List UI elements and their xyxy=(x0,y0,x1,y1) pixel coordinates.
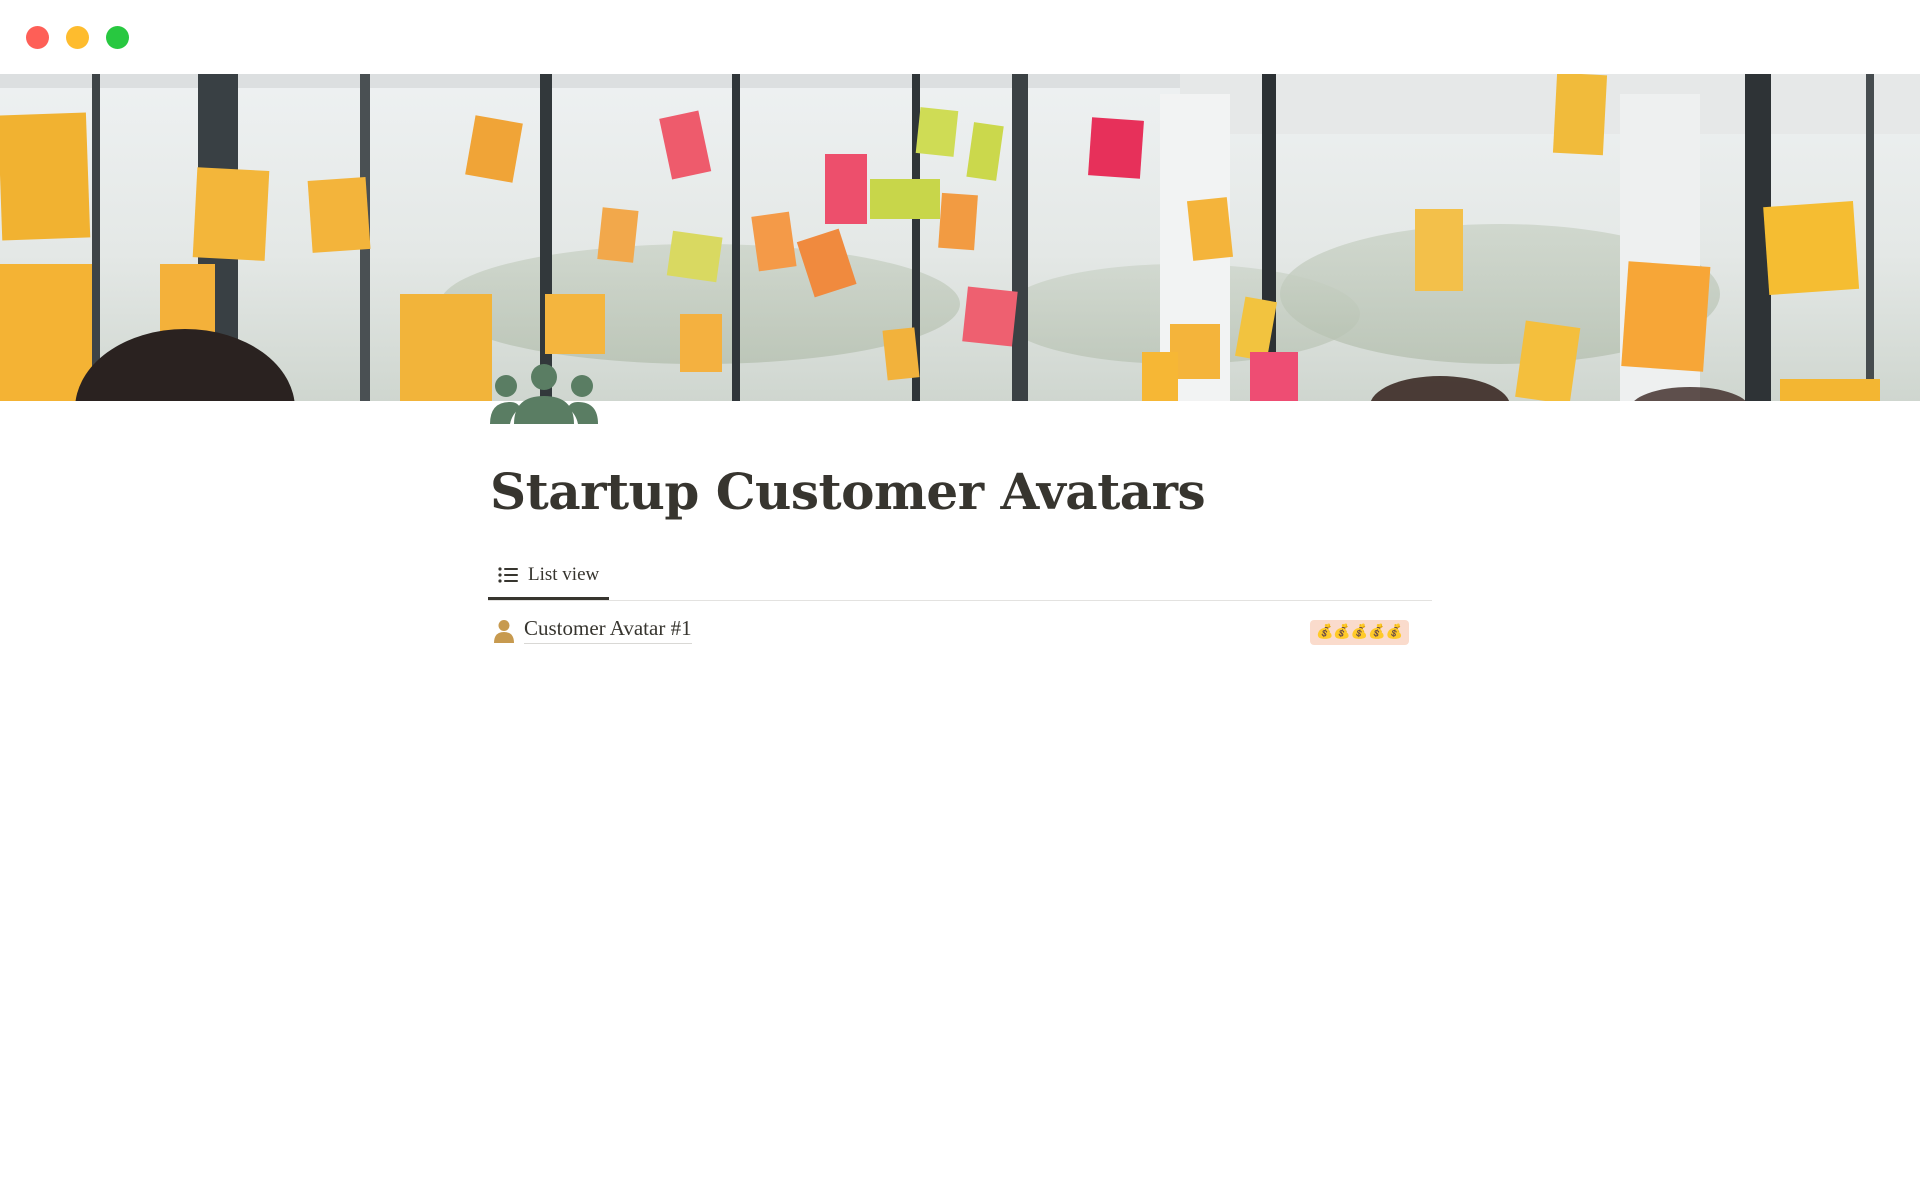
list-icon xyxy=(498,567,518,583)
person-icon xyxy=(492,619,516,643)
tab-label: List view xyxy=(528,564,600,585)
minimize-window-button[interactable] xyxy=(66,26,89,49)
cover-image xyxy=(0,74,1920,401)
maximize-window-button[interactable] xyxy=(106,26,129,49)
list-item[interactable]: Customer Avatar #1 💰💰💰💰💰 xyxy=(488,610,1432,652)
people-group-icon[interactable] xyxy=(490,362,598,424)
close-window-button[interactable] xyxy=(26,26,49,49)
list-item-title[interactable]: Customer Avatar #1 xyxy=(524,616,692,644)
tab-list-view[interactable]: List view xyxy=(488,553,610,600)
budget-tag: 💰💰💰💰💰 xyxy=(1310,620,1410,645)
page-title[interactable]: Startup Customer Avatars xyxy=(490,462,1206,521)
window-titlebar xyxy=(0,0,1920,74)
view-tabs: List view xyxy=(488,553,1432,601)
